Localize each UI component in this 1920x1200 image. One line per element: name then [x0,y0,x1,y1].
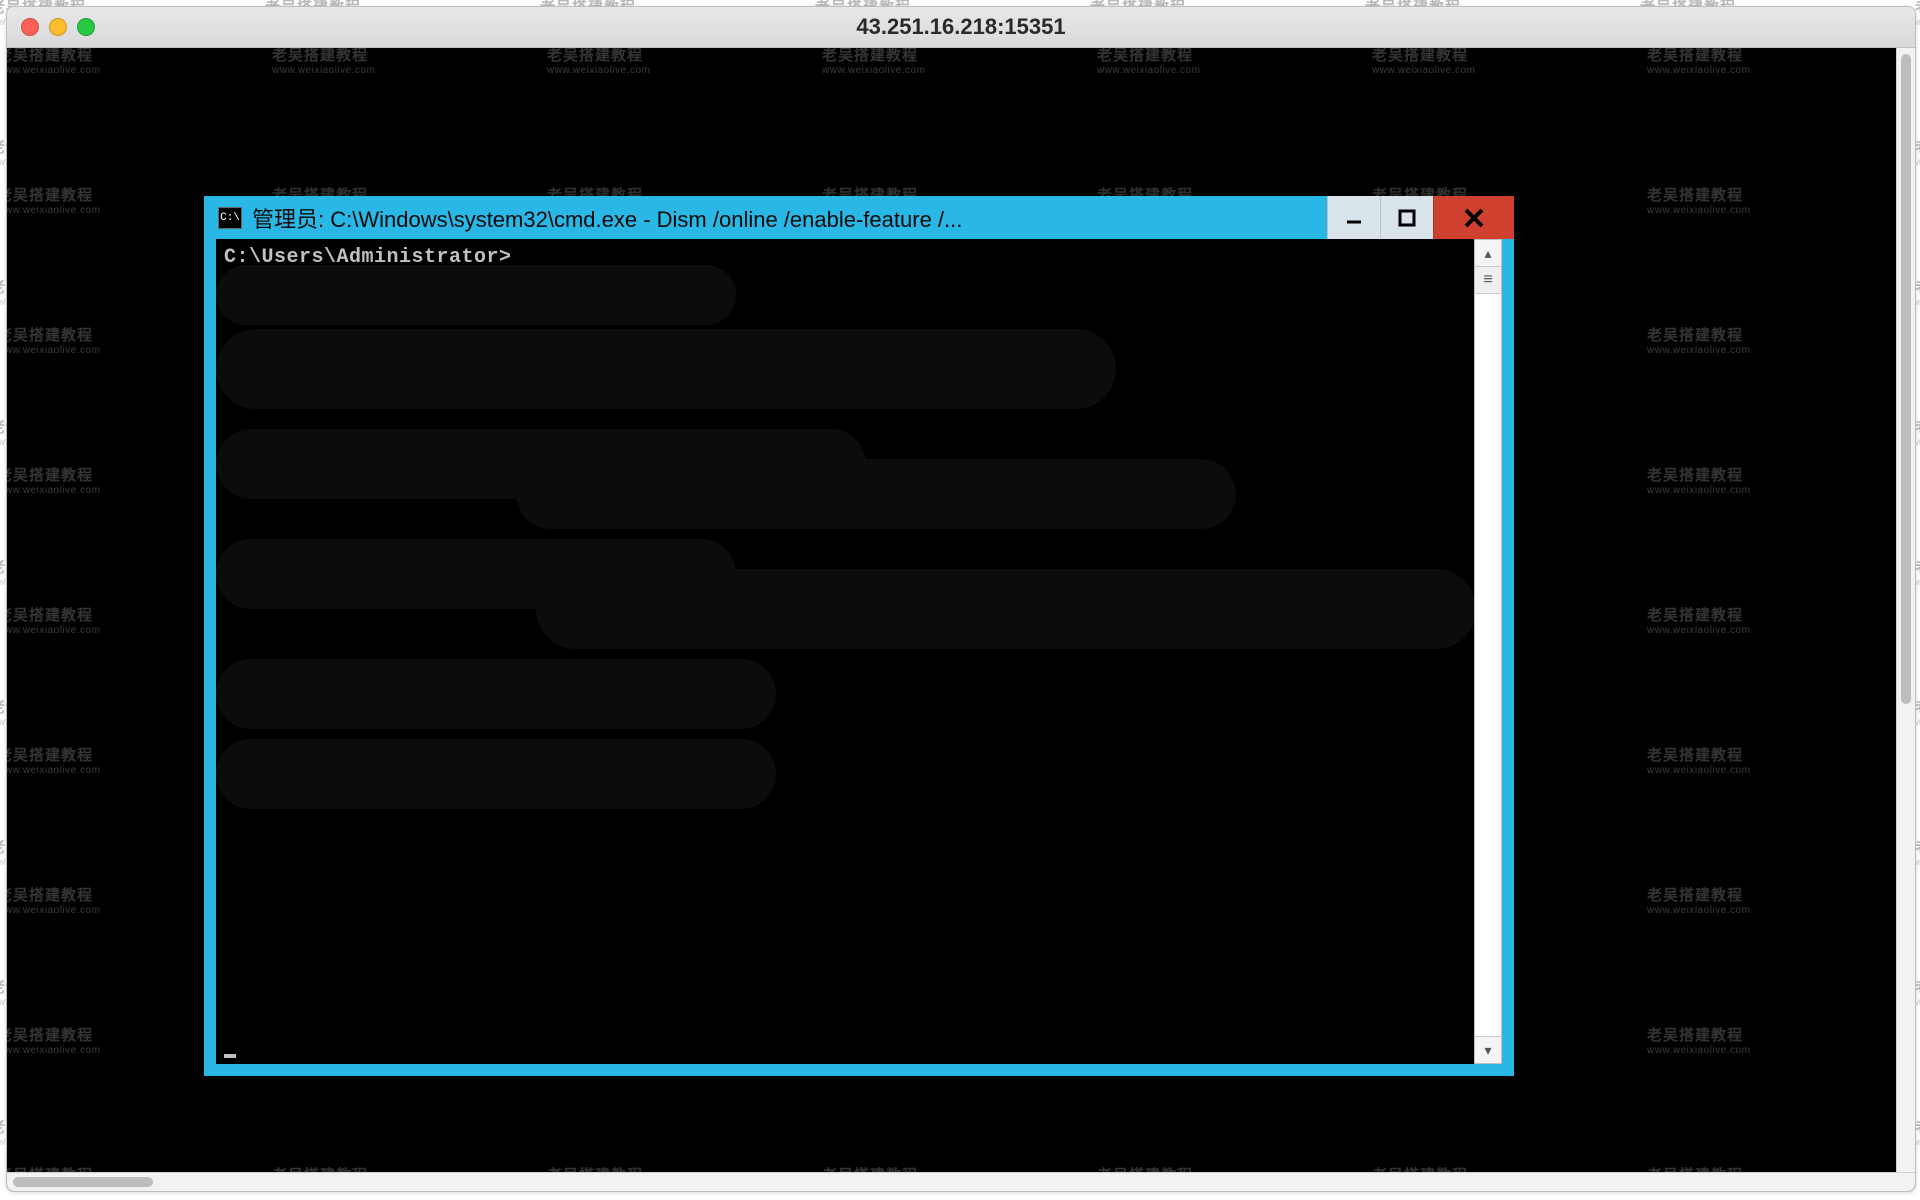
scroll-up-button[interactable]: ▴ [1475,240,1501,267]
redacted-region [216,329,1116,409]
redacted-region [216,265,736,325]
watermark-stamp: 老吴搭建教程www.weixiaolive.com [1647,748,1750,776]
horizontal-scroll-thumb[interactable] [13,1177,153,1187]
watermark-stamp: 老吴搭建教程www.weixiaolive.com [1647,188,1750,216]
fullscreen-icon[interactable] [77,18,95,36]
scroll-track[interactable] [1475,294,1501,1036]
watermark-stamp: 老吴搭建教程www.weixiaolive.com [6,608,100,636]
watermark-stamp: 老吴搭建教程www.weixiaolive.com [1647,888,1750,916]
mac-titlebar[interactable]: 43.251.16.218:15351 [7,7,1915,48]
minimize-icon[interactable] [49,18,67,36]
watermark-stamp: 老吴搭建教程www.weixiaolive.com [6,328,100,356]
watermark-stamp: 老吴搭建教程www.weixiaolive.com [6,748,100,776]
watermark-stamp: 老吴搭建教程www.weixiaolive.com [1097,48,1200,76]
watermark-stamp: 老吴搭建教程www.weixiaolive.com [1647,468,1750,496]
watermark-stamp: 老吴搭建教程www.weixiaolive.com [1647,328,1750,356]
close-icon[interactable] [21,18,39,36]
watermark-stamp: 老吴搭建教程www.weixiaolive.com [272,48,375,76]
cmd-output[interactable]: C:\Users\Administrator> [216,239,1474,1064]
minimize-button[interactable] [1327,196,1380,239]
redacted-region [536,569,1474,649]
watermark-stamp: 老吴搭建教程www.weixiaolive.com [6,48,100,76]
cmd-title: 管理员: C:\Windows\system32\cmd.exe - Dism … [252,202,1327,234]
redacted-region [516,459,1236,529]
watermark-stamp: 老吴搭建教程www.weixiaolive.com [6,1028,100,1056]
vertical-scroll-thumb[interactable] [1901,54,1911,704]
cmd-titlebar[interactable]: C:\ 管理员: C:\Windows\system32\cmd.exe - D… [204,196,1514,239]
viewport-vertical-scrollbar[interactable] [1896,48,1915,1173]
cmd-app-icon: C:\ [218,207,242,229]
watermark-stamp: 老吴搭建教程www.weixiaolive.com [1647,608,1750,636]
watermark-stamp: 老吴搭建教程www.weixiaolive.com [6,188,100,216]
watermark-stamp: 老吴搭建教程www.weixiaolive.com [822,48,925,76]
cmd-body-wrap: C:\Users\Administrator> ▴ ≡ ▾ [216,239,1502,1064]
remote-desktop-viewport[interactable]: 老吴搭建教程www.weixiaolive.com 老吴搭建教程www.weixi… [7,48,1915,1191]
watermark-stamp: 老吴搭建教程www.weixiaolive.com [1647,48,1750,76]
traffic-lights [21,18,95,36]
cursor-icon [224,1054,236,1058]
scroll-options-button[interactable]: ≡ [1475,267,1501,294]
watermark-stamp: 老吴搭建教程www.weixiaolive.com [547,48,650,76]
redacted-region [216,739,776,809]
cmd-window-buttons [1327,196,1514,239]
watermark-stamp: 老吴搭建教程www.weixiaolive.com [1372,48,1475,76]
redacted-region [216,659,776,729]
watermark-stamp: 老吴搭建教程www.weixiaolive.com [1647,1028,1750,1056]
cmd-window: C:\ 管理员: C:\Windows\system32\cmd.exe - D… [204,196,1514,1076]
cmd-scrollbar[interactable]: ▴ ≡ ▾ [1474,239,1502,1064]
close-button[interactable] [1433,196,1514,239]
viewport-horizontal-scrollbar[interactable] [7,1172,1915,1191]
remote-session-window: 43.251.16.218:15351 老吴搭建教程www.weixiaoliv… [6,6,1916,1192]
scroll-down-button[interactable]: ▾ [1475,1036,1501,1063]
maximize-button[interactable] [1380,196,1433,239]
watermark-stamp: 老吴搭建教程www.weixiaolive.com [6,888,100,916]
window-title: 43.251.16.218:15351 [7,14,1915,40]
watermark-stamp: 老吴搭建教程www.weixiaolive.com [6,468,100,496]
